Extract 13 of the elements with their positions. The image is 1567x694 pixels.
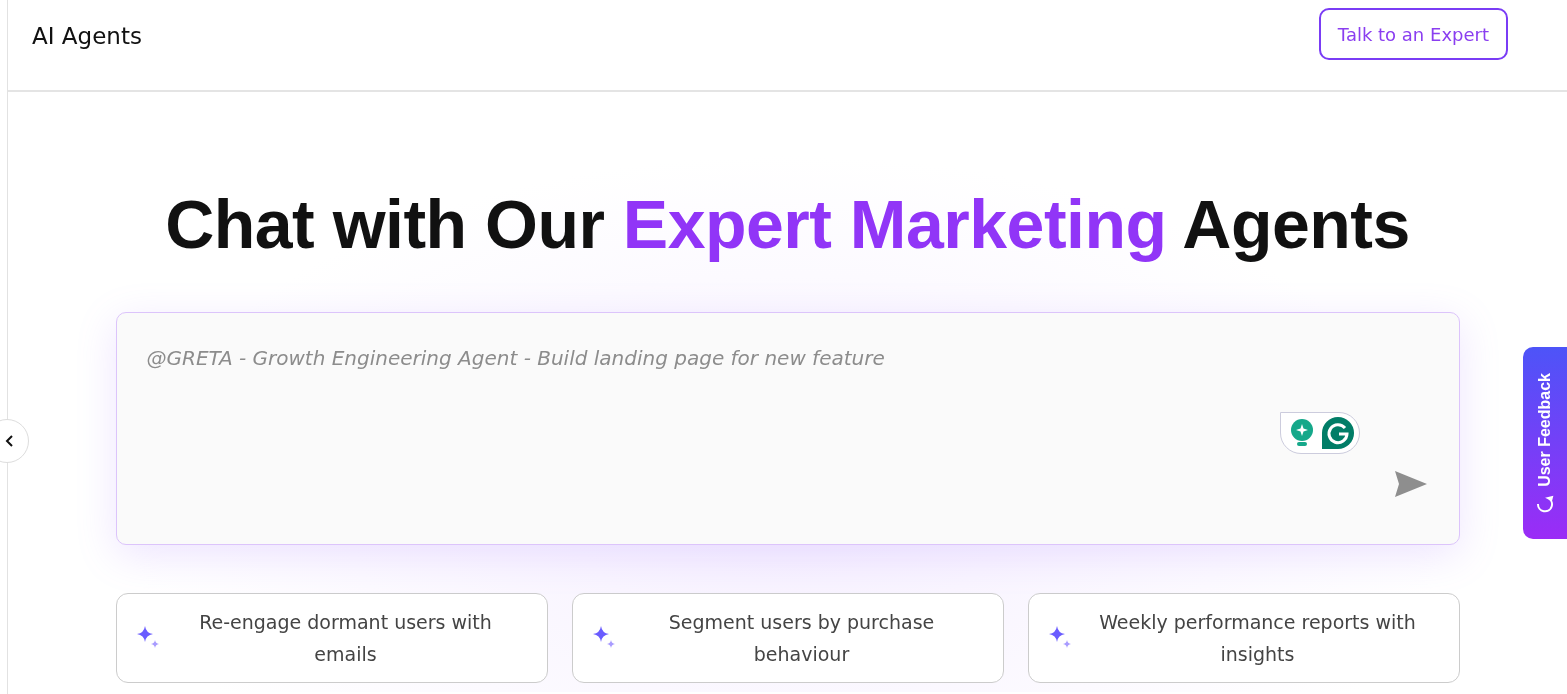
suggestion-card[interactable]: Segment users by purchase behaviour bbox=[571, 593, 1004, 683]
prompt-field[interactable]: @GRETA - Growth Engineering Agent - Build landing page for new feature bbox=[115, 312, 1460, 545]
suggestion-card[interactable]: Weekly performance reports with insights bbox=[1027, 593, 1460, 683]
talk-to-expert-button[interactable]: Talk to an Expert bbox=[1318, 8, 1508, 60]
writing-assistant-widget[interactable] bbox=[1279, 412, 1360, 454]
chevron-left-icon bbox=[5, 435, 15, 447]
suggestion-card[interactable]: Re-engage dormant users with emails bbox=[115, 593, 548, 683]
page-title: AI Agents bbox=[32, 23, 142, 49]
send-icon[interactable] bbox=[1393, 470, 1428, 498]
lightbulb-icon bbox=[1288, 418, 1315, 448]
g-logo-icon bbox=[1320, 416, 1355, 450]
user-feedback-tab[interactable]: User Feedback bbox=[1523, 347, 1567, 539]
page-heading: Chat with Our Expert Marketing Agents bbox=[165, 185, 1410, 264]
